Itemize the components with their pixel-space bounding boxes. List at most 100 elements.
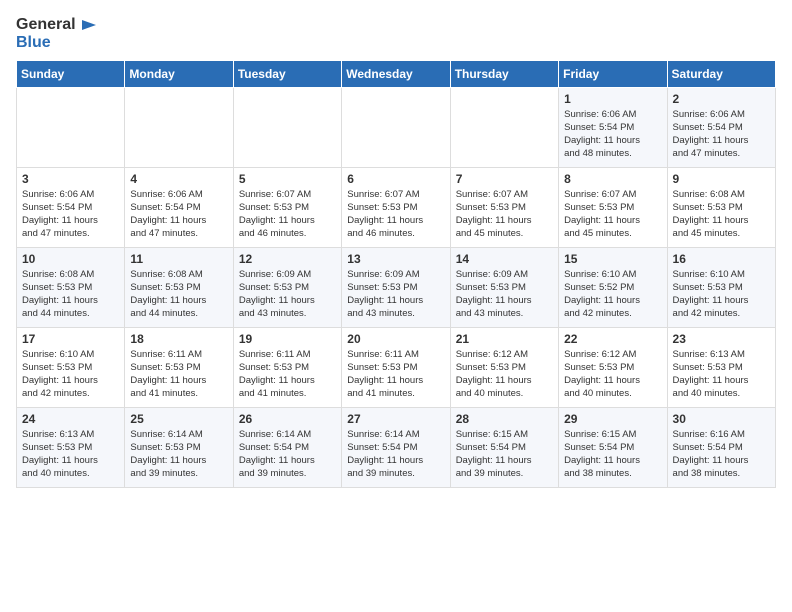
day-number: 10 <box>22 252 119 266</box>
day-number: 26 <box>239 412 336 426</box>
day-info: Sunrise: 6:12 AM Sunset: 5:53 PM Dayligh… <box>456 348 553 401</box>
weekday-header: Tuesday <box>233 60 341 87</box>
day-number: 14 <box>456 252 553 266</box>
calendar-cell <box>233 87 341 167</box>
weekday-header: Saturday <box>667 60 775 87</box>
day-number: 18 <box>130 332 227 346</box>
weekday-header-row: SundayMondayTuesdayWednesdayThursdayFrid… <box>17 60 776 87</box>
day-number: 1 <box>564 92 661 106</box>
calendar-cell: 11 Sunrise: 6:08 AM Sunset: 5:53 PM Dayli… <box>125 247 233 327</box>
calendar-cell: 8Sunrise: 6:07 AM Sunset: 5:53 PM Daylig… <box>559 167 667 247</box>
day-info: Sunrise: 6:08 AM Sunset: 5:53 PM Dayligh… <box>22 268 119 321</box>
day-number: 16 <box>673 252 770 266</box>
day-number: 24 <box>22 412 119 426</box>
day-number: 13 <box>347 252 444 266</box>
weekday-header: Thursday <box>450 60 558 87</box>
calendar-table: SundayMondayTuesdayWednesdayThursdayFrid… <box>16 60 776 488</box>
calendar-cell: 17Sunrise: 6:10 AM Sunset: 5:53 PM Dayli… <box>17 327 125 407</box>
calendar-cell <box>17 87 125 167</box>
logo-arrow-icon <box>78 16 96 34</box>
day-number: 27 <box>347 412 444 426</box>
calendar-cell: 27 Sunrise: 6:14 AM Sunset: 5:54 PM Dayli… <box>342 407 450 487</box>
calendar-cell <box>450 87 558 167</box>
calendar-cell: 22 Sunrise: 6:12 AM Sunset: 5:53 PM Dayli… <box>559 327 667 407</box>
calendar-cell: 24 Sunrise: 6:13 AM Sunset: 5:53 PM Dayli… <box>17 407 125 487</box>
day-info: Sunrise: 6:06 AM Sunset: 5:54 PM Dayligh… <box>22 188 119 241</box>
day-info: Sunrise: 6:10 AM Sunset: 5:52 PM Dayligh… <box>564 268 661 321</box>
day-number: 29 <box>564 412 661 426</box>
calendar-cell: 16 Sunrise: 6:10 AM Sunset: 5:53 PM Dayli… <box>667 247 775 327</box>
calendar-cell: 20 Sunrise: 6:11 AM Sunset: 5:53 PM Dayli… <box>342 327 450 407</box>
day-number: 9 <box>673 172 770 186</box>
day-info: Sunrise: 6:06 AM Sunset: 5:54 PM Dayligh… <box>673 108 770 161</box>
day-info: Sunrise: 6:10 AM Sunset: 5:53 PM Dayligh… <box>673 268 770 321</box>
day-info: Sunrise: 6:14 AM Sunset: 5:53 PM Dayligh… <box>130 428 227 481</box>
day-number: 23 <box>673 332 770 346</box>
day-number: 22 <box>564 332 661 346</box>
logo-general: General <box>16 16 76 34</box>
day-number: 28 <box>456 412 553 426</box>
calendar-cell: 18 Sunrise: 6:11 AM Sunset: 5:53 PM Dayli… <box>125 327 233 407</box>
day-info: Sunrise: 6:12 AM Sunset: 5:53 PM Dayligh… <box>564 348 661 401</box>
calendar-cell: 1Sunrise: 6:06 AM Sunset: 5:54 PM Daylig… <box>559 87 667 167</box>
page-header: General Blue <box>16 16 776 52</box>
weekday-header: Sunday <box>17 60 125 87</box>
calendar-cell: 9 Sunrise: 6:08 AM Sunset: 5:53 PM Daylig… <box>667 167 775 247</box>
day-info: Sunrise: 6:13 AM Sunset: 5:53 PM Dayligh… <box>673 348 770 401</box>
day-number: 5 <box>239 172 336 186</box>
calendar-cell: 14Sunrise: 6:09 AM Sunset: 5:53 PM Dayli… <box>450 247 558 327</box>
calendar-cell: 7 Sunrise: 6:07 AM Sunset: 5:53 PM Daylig… <box>450 167 558 247</box>
day-info: Sunrise: 6:15 AM Sunset: 5:54 PM Dayligh… <box>564 428 661 481</box>
day-number: 11 <box>130 252 227 266</box>
day-info: Sunrise: 6:15 AM Sunset: 5:54 PM Dayligh… <box>456 428 553 481</box>
day-info: Sunrise: 6:14 AM Sunset: 5:54 PM Dayligh… <box>239 428 336 481</box>
logo-blue: Blue <box>16 34 96 52</box>
calendar-cell: 12 Sunrise: 6:09 AM Sunset: 5:53 PM Dayli… <box>233 247 341 327</box>
day-number: 12 <box>239 252 336 266</box>
calendar-week-row: 24 Sunrise: 6:13 AM Sunset: 5:53 PM Dayli… <box>17 407 776 487</box>
calendar-cell: 4 Sunrise: 6:06 AM Sunset: 5:54 PM Daylig… <box>125 167 233 247</box>
day-info: Sunrise: 6:13 AM Sunset: 5:53 PM Dayligh… <box>22 428 119 481</box>
day-number: 15 <box>564 252 661 266</box>
calendar-cell <box>342 87 450 167</box>
calendar-cell: 19Sunrise: 6:11 AM Sunset: 5:53 PM Dayli… <box>233 327 341 407</box>
calendar-cell: 26 Sunrise: 6:14 AM Sunset: 5:54 PM Dayli… <box>233 407 341 487</box>
calendar-cell: 21 Sunrise: 6:12 AM Sunset: 5:53 PM Dayli… <box>450 327 558 407</box>
day-number: 6 <box>347 172 444 186</box>
day-info: Sunrise: 6:08 AM Sunset: 5:53 PM Dayligh… <box>673 188 770 241</box>
day-number: 21 <box>456 332 553 346</box>
day-info: Sunrise: 6:14 AM Sunset: 5:54 PM Dayligh… <box>347 428 444 481</box>
day-number: 20 <box>347 332 444 346</box>
day-number: 30 <box>673 412 770 426</box>
day-info: Sunrise: 6:07 AM Sunset: 5:53 PM Dayligh… <box>456 188 553 241</box>
day-number: 3 <box>22 172 119 186</box>
day-info: Sunrise: 6:11 AM Sunset: 5:53 PM Dayligh… <box>347 348 444 401</box>
day-number: 7 <box>456 172 553 186</box>
weekday-header: Monday <box>125 60 233 87</box>
day-info: Sunrise: 6:09 AM Sunset: 5:53 PM Dayligh… <box>239 268 336 321</box>
calendar-cell: 6 Sunrise: 6:07 AM Sunset: 5:53 PM Daylig… <box>342 167 450 247</box>
calendar-cell: 23 Sunrise: 6:13 AM Sunset: 5:53 PM Dayli… <box>667 327 775 407</box>
calendar-cell: 3 Sunrise: 6:06 AM Sunset: 5:54 PM Daylig… <box>17 167 125 247</box>
day-number: 4 <box>130 172 227 186</box>
calendar-cell: 28 Sunrise: 6:15 AM Sunset: 5:54 PM Dayli… <box>450 407 558 487</box>
day-info: Sunrise: 6:16 AM Sunset: 5:54 PM Dayligh… <box>673 428 770 481</box>
calendar-week-row: 10 Sunrise: 6:08 AM Sunset: 5:53 PM Dayli… <box>17 247 776 327</box>
day-info: Sunrise: 6:06 AM Sunset: 5:54 PM Dayligh… <box>130 188 227 241</box>
day-info: Sunrise: 6:08 AM Sunset: 5:53 PM Dayligh… <box>130 268 227 321</box>
day-info: Sunrise: 6:09 AM Sunset: 5:53 PM Dayligh… <box>347 268 444 321</box>
day-number: 19 <box>239 332 336 346</box>
calendar-cell: 25 Sunrise: 6:14 AM Sunset: 5:53 PM Dayli… <box>125 407 233 487</box>
calendar-cell: 29 Sunrise: 6:15 AM Sunset: 5:54 PM Dayli… <box>559 407 667 487</box>
day-info: Sunrise: 6:10 AM Sunset: 5:53 PM Dayligh… <box>22 348 119 401</box>
calendar-cell: 5 Sunrise: 6:07 AM Sunset: 5:53 PM Daylig… <box>233 167 341 247</box>
day-info: Sunrise: 6:07 AM Sunset: 5:53 PM Dayligh… <box>347 188 444 241</box>
calendar-week-row: 3 Sunrise: 6:06 AM Sunset: 5:54 PM Daylig… <box>17 167 776 247</box>
day-info: Sunrise: 6:07 AM Sunset: 5:53 PM Dayligh… <box>239 188 336 241</box>
weekday-header: Wednesday <box>342 60 450 87</box>
calendar-week-row: 1 Sunrise: 6:06 AM Sunset: 5:54 PM Daylig… <box>17 87 776 167</box>
day-info: Sunrise: 6:11 AM Sunset: 5:53 PM Dayligh… <box>130 348 227 401</box>
calendar-cell: 30 Sunrise: 6:16 AM Sunset: 5:54 PM Dayli… <box>667 407 775 487</box>
day-number: 25 <box>130 412 227 426</box>
day-info: Sunrise: 6:07 AM Sunset: 5:53 PM Dayligh… <box>564 188 661 241</box>
